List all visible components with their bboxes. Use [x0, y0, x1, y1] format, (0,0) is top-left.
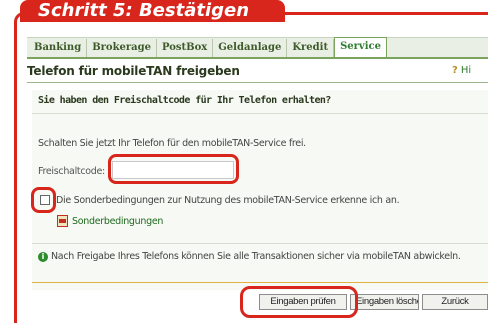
nav-item-geldanlage[interactable]: Geldanlage [213, 39, 288, 57]
nav-item-banking[interactable]: Banking [29, 39, 88, 57]
info-text: Nach Freigabe Ihres Telefons können Sie … [51, 251, 461, 262]
step-title: Schritt 5: Bestätigen [20, 0, 285, 22]
terms-text: Die Sonderbedingungen zur Nutzung des mo… [56, 195, 400, 206]
terms-checkbox[interactable] [40, 195, 50, 205]
terms-link-label: Sonderbedingungen [72, 215, 164, 227]
section-question: Sie haben den Freischaltcode für Ihr Tel… [38, 95, 331, 106]
clear-input-button[interactable]: Eingaben löschen [350, 294, 419, 310]
page-title: Telefon für mobileTAN freigeben [27, 64, 240, 78]
button-bar-divider [32, 282, 488, 283]
nav-item-kredit[interactable]: Kredit [287, 39, 335, 57]
main-navigation: Banking Brokerage PostBox Geldanlage Kre… [27, 37, 488, 59]
pdf-icon [57, 215, 68, 227]
info-icon: i [38, 252, 48, 262]
nav-item-postbox[interactable]: PostBox [157, 39, 214, 57]
check-input-button[interactable]: Eingaben prüfen [259, 294, 347, 310]
help-label: Hi [460, 65, 472, 76]
info-divider [32, 243, 488, 244]
nav-item-service[interactable]: Service [334, 37, 387, 57]
code-label: Freischaltcode: [38, 166, 105, 177]
question-divider [32, 113, 488, 114]
help-icon: ? [452, 65, 458, 76]
back-button[interactable]: Zurück [422, 294, 488, 310]
help-link[interactable]: ? Hi [452, 65, 471, 76]
activation-code-input[interactable] [112, 161, 234, 179]
nav-item-brokerage[interactable]: Brokerage [87, 39, 157, 57]
terms-link[interactable]: Sonderbedingungen [57, 215, 163, 227]
intro-text: Schalten Sie jetzt Ihr Telefon für den m… [38, 138, 306, 149]
title-divider [27, 82, 488, 83]
